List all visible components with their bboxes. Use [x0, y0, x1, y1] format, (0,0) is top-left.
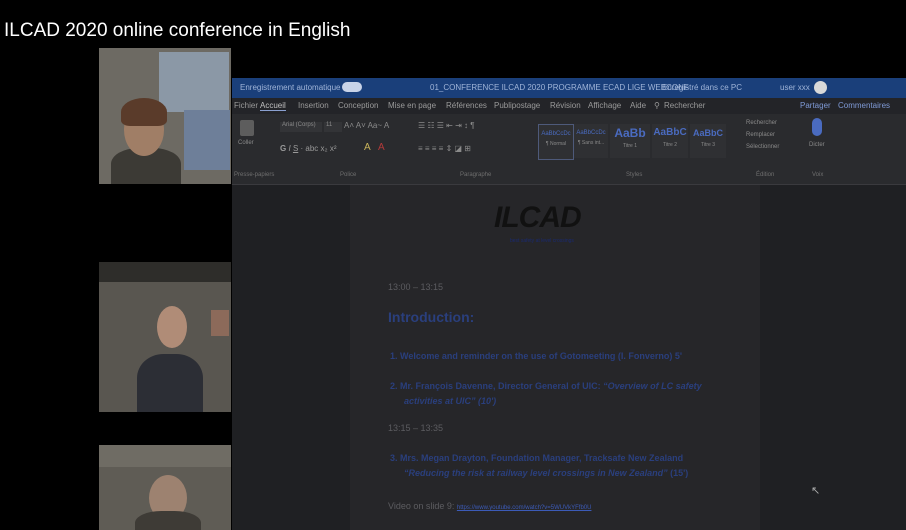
document-page[interactable]: ILCAD best safety at level crossings 13:… [350, 185, 760, 530]
time-slot-1: 13:00 – 13:15 [388, 282, 444, 292]
style-titre3-sample: AaBbC [692, 128, 723, 138]
tab-rechercher[interactable]: Rechercher [664, 101, 705, 110]
alignment-buttons[interactable]: ≡ ≡ ≡ ≡ ⇕ ◪ ⊞ [418, 144, 471, 153]
wall-posters [184, 110, 230, 170]
video-tile-participant-3[interactable] [99, 445, 231, 530]
paste-label[interactable]: Coller [238, 140, 254, 146]
agenda-item-3-title: “Reducing the risk at railway level cros… [404, 468, 668, 478]
tab-mise-en-page[interactable]: Mise en page [388, 101, 436, 110]
participant-hair [121, 98, 167, 126]
agenda-item-2-line-2: activities at UIC” (10') [404, 396, 497, 406]
style-titre-2[interactable]: AaBbC Titre 2 [652, 124, 688, 158]
participant-body [135, 511, 201, 530]
tab-conception[interactable]: Conception [338, 101, 378, 110]
style-titre1-sample: AaBb [614, 126, 646, 140]
group-paragraph-label: Paragraphe [460, 172, 492, 178]
tab-affichage[interactable]: Affichage [588, 101, 621, 110]
style-titre1-name: Titre 1 [623, 143, 637, 149]
tab-fichier[interactable]: Fichier [234, 101, 258, 110]
style-titre2-sample: AaBbC [653, 127, 687, 138]
font-color-icon[interactable]: A [378, 142, 385, 153]
tab-insertion[interactable]: Insertion [298, 101, 329, 110]
group-editing-label: Édition [756, 172, 775, 178]
agenda-item-3-line-2: “Reducing the risk at railway level cros… [404, 468, 688, 478]
agenda-item-3-line-1: 3. Mrs. Megan Drayton, Foundation Manage… [390, 453, 684, 463]
user-name: user xxx [780, 83, 810, 92]
microphone-icon[interactable] [812, 118, 822, 136]
ilcad-logo: ILCAD [494, 201, 582, 234]
font-size-select[interactable]: 11 [324, 122, 342, 132]
style-normal-name: ¶ Normal [545, 141, 567, 147]
ilcad-tagline: best safety at level crossings [510, 238, 574, 244]
wall-picture [211, 310, 229, 336]
wall-posters [159, 52, 229, 112]
replace-button[interactable]: Remplacer [746, 132, 775, 138]
tab-aide[interactable]: Aide [630, 101, 646, 110]
ribbon-tabs: Fichier Accueil Insertion Conception Mis… [232, 98, 906, 114]
group-styles-label: Styles [626, 172, 643, 178]
agenda-item-3-duration: (15') [667, 468, 689, 478]
agenda-item-2-line-1: 2. Mr. François Davenne, Director Genera… [390, 381, 702, 391]
tile-background [99, 445, 231, 467]
style-titre-1[interactable]: AaBb Titre 1 [610, 124, 650, 158]
video-tile-participant-1[interactable] [99, 48, 231, 184]
group-clipboard-label: Presse-papiers [234, 172, 275, 178]
title-bar: Enregistrement automatique 01_CONFERENCE… [232, 78, 906, 98]
participant-body [137, 354, 203, 412]
user-avatar[interactable] [814, 81, 827, 94]
font-name-select[interactable]: Arial (Corps) [280, 122, 322, 132]
group-voice-label: Voix [812, 172, 824, 178]
highlight-icon[interactable]: A [364, 142, 371, 153]
tab-references[interactable]: Références [446, 101, 487, 110]
word-window[interactable]: Enregistrement automatique 01_CONFERENCE… [232, 78, 906, 530]
group-font-label: Police [340, 172, 357, 178]
agenda-item-2-title: “Overview of LC safety [603, 381, 702, 391]
style-normal[interactable]: AaBbCcDc ¶ Normal [538, 124, 574, 160]
list-buttons[interactable]: ☰ ☷ ☰ ⇤ ⇥ ↕ ¶ [418, 121, 475, 130]
style-titre3-name: Titre 3 [701, 142, 715, 148]
tab-revision[interactable]: Révision [550, 101, 581, 110]
comments-button[interactable]: Commentaires [838, 101, 890, 110]
participant-head [157, 306, 187, 348]
video-link[interactable]: https://www.youtube.com/watch?v=5WUVkYFf… [457, 505, 592, 511]
style-sans-sample: AaBbCcDc [576, 130, 606, 136]
video-slide-note: Video on slide 9: https://www.youtube.co… [388, 501, 591, 511]
search-icon[interactable]: ⚲ [654, 101, 660, 110]
video-tile-participant-2[interactable] [99, 262, 231, 412]
agenda-item-2-speaker: 2. Mr. François Davenne, Director Genera… [390, 381, 604, 391]
share-button[interactable]: Partager [800, 101, 831, 110]
document-area: ILCAD best safety at level crossings 13:… [232, 185, 906, 530]
dictate-button[interactable]: Dicter [809, 142, 825, 148]
style-sans-interligne[interactable]: AaBbCcDc ¶ Sans int... [574, 124, 608, 158]
style-titre-3[interactable]: AaBbC Titre 3 [690, 124, 726, 158]
conference-caption: ILCAD 2020 online conference in English [4, 20, 351, 41]
mouse-cursor-icon: ↖ [811, 485, 821, 497]
document-filename: 01_CONFERENCE ILCAD 2020 PROGRAMME ECAD … [430, 83, 689, 92]
select-button[interactable]: Sélectionner [746, 144, 779, 150]
font-format-buttons[interactable]: G I S · abc x₂ x² [280, 144, 337, 153]
autosave-label: Enregistrement automatique [240, 83, 341, 92]
tab-publipostage[interactable]: Publipostage [494, 101, 540, 110]
font-size-controls[interactable]: A˄ A˅ Aa~ A [344, 121, 389, 130]
save-location: Enregistré dans ce PC [662, 83, 743, 92]
tile-top-band [99, 262, 231, 282]
agenda-item-1: 1. Welcome and reminder on the use of Go… [390, 351, 683, 361]
introduction-heading: Introduction: [388, 309, 475, 325]
tab-accueil[interactable]: Accueil [260, 101, 286, 111]
autosave-toggle[interactable] [342, 82, 362, 92]
paste-icon[interactable] [240, 120, 254, 136]
style-sans-name: ¶ Sans int... [577, 140, 605, 146]
style-normal-sample: AaBbCcDc [541, 131, 571, 137]
time-slot-2: 13:15 – 13:35 [388, 423, 444, 433]
video-slide-label: Video on slide 9: [388, 501, 457, 511]
ribbon-home: Coller Presse-papiers Arial (Corps) 11 A… [232, 114, 906, 185]
find-button[interactable]: Rechercher [746, 120, 777, 126]
style-titre2-name: Titre 2 [663, 142, 677, 148]
